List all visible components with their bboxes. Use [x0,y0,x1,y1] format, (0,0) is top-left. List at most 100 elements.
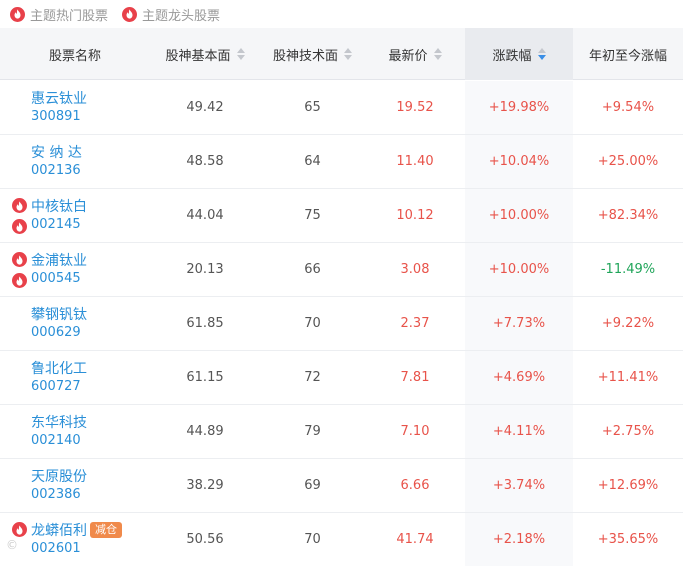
stock-name-cell[interactable]: 天原股份 002386 [0,459,150,512]
latest-price: 7.81 [400,370,430,385]
stock-name-cell[interactable]: 攀钢钒钛 000629 [0,297,150,350]
ytd-change: +11.41% [597,370,659,385]
change-percent: +10.00% [465,189,573,242]
watermark: © [6,538,18,552]
stock-name-cell[interactable]: 惠云钛业 300891 [0,81,150,134]
stock-code-link[interactable]: 002386 [31,487,81,502]
stock-name-link[interactable]: 中核钛白 [31,196,87,216]
fundamental-score: 44.89 [186,424,224,439]
stock-name-cell[interactable]: 金浦钛业 000545 [0,243,150,296]
ytd-change: +9.22% [601,316,655,331]
stock-code-link[interactable]: 300891 [31,109,81,124]
change-percent: +3.74% [465,459,573,512]
change-percent: +2.18% [465,513,573,566]
fire-icon [12,522,27,537]
ytd-change: -11.49% [600,262,656,277]
stock-name-link[interactable]: 惠云钛业 [31,88,87,108]
change-percent: +7.73% [465,297,573,350]
fundamental-score: 61.85 [186,316,224,331]
legend-leader-label: 主题龙头股票 [142,8,221,24]
legend-hot-label: 主题热门股票 [30,8,109,24]
latest-price: 10.12 [396,208,434,223]
sort-icon[interactable] [433,48,442,60]
table-row[interactable]: 安 纳 达 002136 48.58 64 11.40 +10.04% +25.00% [0,135,683,189]
fire-icon [12,273,27,288]
technical-score: 79 [304,424,321,439]
technical-score: 66 [304,262,321,277]
table-row[interactable]: 东华科技 002140 44.89 79 7.10 +4.11% +2.75% [0,405,683,459]
stock-name-link[interactable]: 天原股份 [31,466,87,486]
stock-code-link[interactable]: 002601 [31,541,81,556]
latest-price: 11.40 [396,154,434,169]
stock-name-link[interactable]: 攀钢钒钛 [31,304,87,324]
change-percent: +19.98% [465,81,573,134]
table-row[interactable]: 惠云钛业 300891 49.42 65 19.52 +19.98% +9.54% [0,81,683,135]
table-row[interactable]: 攀钢钒钛 000629 61.85 70 2.37 +7.73% +9.22% [0,297,683,351]
stock-code-link[interactable]: 002145 [31,217,81,232]
latest-price: 7.10 [400,424,430,439]
stock-code-link[interactable]: 600727 [31,379,81,394]
fundamental-score: 44.04 [186,208,224,223]
table-row[interactable]: 天原股份 002386 38.29 69 6.66 +3.74% +12.69% [0,459,683,513]
ytd-change: +82.34% [597,208,659,223]
sort-icon[interactable] [344,48,352,60]
stock-name-link[interactable]: 金浦钛业 [31,250,87,270]
stock-name-cell[interactable]: 龙蟒佰利 减仓 002601 [0,513,150,566]
fundamental-score: 48.58 [186,154,224,169]
stock-name-cell[interactable]: 鲁北化工 600727 [0,351,150,404]
technical-score: 75 [304,208,321,223]
change-percent: +10.00% [465,243,573,296]
stock-table-body: 惠云钛业 300891 49.42 65 19.52 +19.98% +9.54% 安 纳 达… [0,81,683,566]
change-percent: +4.69% [465,351,573,404]
stock-name-link[interactable]: 安 纳 达 [31,142,82,162]
ytd-change: +25.00% [597,154,659,169]
technical-score: 72 [304,370,321,385]
ytd-change: +35.65% [597,532,659,547]
technical-score: 70 [304,532,321,547]
stock-name-link[interactable]: 鲁北化工 [31,358,87,378]
ytd-change: +2.75% [601,424,655,439]
latest-price: 41.74 [396,532,434,547]
fire-icon [122,6,138,22]
sort-desc-icon[interactable] [537,48,546,60]
ytd-change: +12.69% [597,478,659,493]
stock-name-cell[interactable]: 东华科技 002140 [0,405,150,458]
fire-icon [10,6,25,22]
stock-name-link[interactable]: 龙蟒佰利 [31,520,87,540]
column-header-price[interactable]: 最新价 [365,28,465,80]
fundamental-score: 20.13 [186,262,224,277]
column-header-technical[interactable]: 股神技术面 [260,28,365,80]
column-header-change[interactable]: 涨跌幅 [465,28,573,80]
technical-score: 64 [304,154,321,169]
fundamental-score: 61.15 [186,370,224,385]
stock-name-cell[interactable]: 安 纳 达 002136 [0,135,150,188]
fire-icon [12,198,27,213]
legend-leader-stocks: 主题龙头股票 [122,5,220,24]
ytd-change: +9.54% [601,100,655,115]
legend-hot-stocks: 主题热门股票 [10,5,108,24]
stock-name-cell[interactable]: 中核钛白 002145 [0,189,150,242]
column-header-ytd[interactable]: 年初至今涨幅 [573,28,683,80]
table-row[interactable]: 龙蟒佰利 减仓 002601 50.56 70 41.74 +2.18% +35.65% [0,513,683,566]
stock-badges [12,198,28,240]
column-header-name: 股票名称 [48,48,101,64]
technical-score: 65 [304,100,321,115]
sort-icon[interactable] [236,48,245,60]
technical-score: 70 [304,316,321,331]
stock-code-link[interactable]: 002140 [31,433,81,448]
change-percent: +10.04% [465,135,573,188]
latest-price: 3.08 [400,262,430,277]
stock-code-link[interactable]: 000629 [31,325,81,340]
stock-code-link[interactable]: 000545 [31,271,81,286]
column-header-fundamental[interactable]: 股神基本面 [150,28,260,80]
change-percent: +4.11% [465,405,573,458]
stock-name-link[interactable]: 东华科技 [31,412,87,432]
stock-badges [12,252,28,294]
table-row[interactable]: 鲁北化工 600727 61.15 72 7.81 +4.69% +11.41% [0,351,683,405]
table-row[interactable]: 中核钛白 002145 44.04 75 10.12 +10.00% +82.34% [0,189,683,243]
fire-icon [12,252,27,267]
fundamental-score: 50.56 [186,532,224,547]
table-row[interactable]: 金浦钛业 000545 20.13 66 3.08 +10.00% -11.49% [0,243,683,297]
stock-code-link[interactable]: 002136 [31,163,81,178]
badge-legend: 主题热门股票 主题龙头股票 [0,0,683,28]
